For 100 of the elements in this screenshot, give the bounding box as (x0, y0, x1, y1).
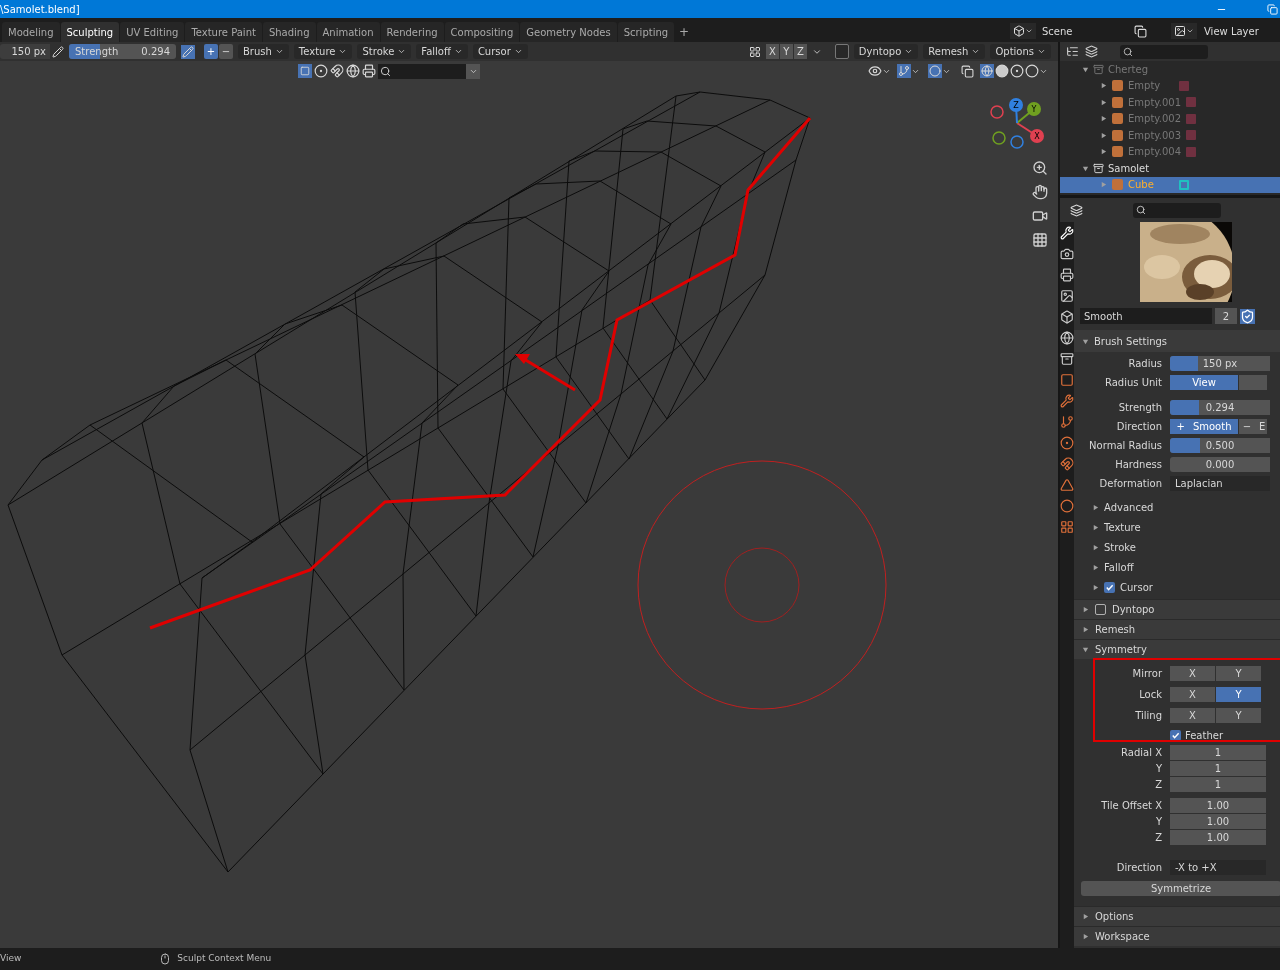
direction-toggle[interactable]: + (204, 44, 218, 59)
filter-icon[interactable] (1085, 45, 1098, 58)
collapsed-arrow-icon[interactable] (1092, 564, 1099, 571)
collapsed-arrow-icon[interactable] (1082, 933, 1089, 940)
dropdown-field[interactable]: Laplacian (1170, 475, 1270, 491)
subpanel-header[interactable]: Stroke (1092, 540, 1280, 555)
overlay-icon[interactable] (928, 64, 942, 78)
object-icon[interactable] (1060, 373, 1074, 387)
solid-shading-icon[interactable] (995, 64, 1009, 78)
axis-toggle[interactable]: Y (1216, 707, 1261, 723)
collapsed-arrow-icon[interactable] (1082, 606, 1089, 613)
option-button[interactable]: View (1170, 374, 1238, 390)
axis-toggle[interactable]: Y (1216, 686, 1261, 702)
material-shading-icon[interactable] (1010, 64, 1024, 78)
menu-dropdown[interactable]: Remesh (923, 44, 986, 59)
option-button[interactable]: − E (1239, 418, 1267, 434)
symmetrize-button[interactable]: Symmetrize (1081, 881, 1280, 896)
number-field[interactable]: 1 (1170, 745, 1266, 760)
restore-icon[interactable] (1267, 3, 1278, 15)
workspace-tab[interactable]: UV Editing (120, 22, 185, 42)
workspace-tab[interactable]: Sculpting (60, 22, 120, 42)
output-icon[interactable] (1060, 268, 1074, 282)
workspace-tab[interactable]: Animation (316, 22, 380, 42)
panel-header[interactable]: Symmetry (1074, 639, 1280, 659)
panel-header[interactable]: Options (1074, 906, 1280, 926)
wrench-icon[interactable] (1060, 394, 1074, 408)
display-mode-icon[interactable] (1066, 45, 1079, 58)
editor-type-icon[interactable] (1070, 203, 1083, 217)
collapsed-arrow-icon[interactable] (1082, 913, 1089, 920)
collection-icon[interactable] (1060, 352, 1074, 366)
image-icon[interactable] (1060, 289, 1074, 303)
axis-toggle[interactable]: X (1170, 707, 1215, 723)
workspace-tab[interactable]: Modeling (2, 22, 60, 42)
number-field[interactable]: 0.000 (1170, 456, 1270, 472)
sphere-icon[interactable] (314, 64, 328, 78)
number-field[interactable]: 1.00 (1170, 814, 1266, 829)
globe-icon[interactable] (346, 64, 360, 78)
user-count[interactable]: 2 (1215, 308, 1237, 324)
expanded-arrow-icon[interactable] (1082, 337, 1089, 345)
subpanel-header[interactable]: Advanced (1092, 500, 1280, 515)
tool-icon[interactable] (1060, 226, 1074, 240)
menu-dropdown[interactable]: Falloff (416, 44, 468, 59)
pen-pressure-icon[interactable] (52, 45, 64, 58)
physics-icon[interactable] (1060, 436, 1074, 450)
slider-field[interactable]: 150 px (1170, 355, 1270, 371)
grid-icon[interactable] (1032, 232, 1048, 248)
checkbox[interactable] (1170, 729, 1181, 741)
add-workspace-button[interactable]: + (675, 23, 694, 41)
pen-pressure-icon[interactable] (181, 44, 195, 59)
rendered-shading-icon[interactable] (1025, 64, 1039, 78)
workspace-tab[interactable]: Shading (262, 22, 316, 42)
axis-toggle[interactable]: X (765, 44, 779, 59)
visibility-icon[interactable] (868, 64, 882, 78)
collapsed-arrow-icon[interactable] (1082, 626, 1089, 633)
collapsed-arrow-icon[interactable] (1092, 504, 1099, 511)
number-field[interactable]: 1 (1170, 777, 1266, 792)
subpanel-header[interactable]: Cursor (1092, 580, 1280, 595)
texture-icon[interactable] (1060, 520, 1074, 534)
dropdown-field[interactable]: -X to +X (1170, 860, 1266, 875)
checkbox[interactable] (1095, 604, 1106, 615)
axis-toggle[interactable]: Y (779, 44, 793, 59)
menu-dropdown[interactable]: Options (990, 44, 1051, 59)
xray-icon[interactable] (961, 64, 974, 78)
workspace-tab[interactable]: Geometry Nodes (520, 22, 617, 42)
menu-dropdown[interactable]: Cursor (472, 44, 528, 59)
material-icon[interactable] (1060, 499, 1074, 513)
particles-icon[interactable] (1060, 415, 1074, 429)
panel-header[interactable]: Workspace (1074, 926, 1280, 946)
workspace-tab[interactable]: Scripting (617, 22, 675, 42)
menu-dropdown[interactable]: Stroke (357, 44, 412, 59)
number-field[interactable]: 1.00 (1170, 830, 1266, 845)
collapsed-arrow-icon[interactable] (1092, 524, 1099, 531)
navigation-gizmo[interactable]: Z Y X (990, 98, 1044, 149)
mesh-data-icon[interactable] (1060, 478, 1074, 492)
option-button[interactable]: + Smooth (1170, 418, 1238, 434)
copy-icon[interactable] (1134, 24, 1147, 38)
collapsed-arrow-icon[interactable] (1092, 544, 1099, 551)
camera-icon[interactable] (1032, 208, 1048, 224)
expanded-arrow-icon[interactable] (1082, 646, 1089, 653)
menu-dropdown[interactable]: Brush (238, 44, 289, 59)
number-field[interactable]: 1.00 (1170, 798, 1266, 813)
outliner-row[interactable]: Samolet (1060, 160, 1280, 177)
panel-header[interactable]: Brush Settings (1074, 330, 1280, 352)
gizmo-icon[interactable] (897, 64, 911, 78)
collapsed-arrow-icon[interactable] (1092, 584, 1099, 591)
menu-dropdown[interactable]: Dyntopo (853, 44, 919, 59)
slider-field[interactable]: 0.294 (1170, 399, 1270, 415)
dropdown-button[interactable] (466, 63, 480, 79)
search-field[interactable] (378, 63, 466, 79)
zoom-icon[interactable] (1032, 160, 1048, 176)
subpanel-header[interactable]: Texture (1092, 520, 1280, 535)
radius-field[interactable]: 150 px (0, 44, 50, 59)
symmetry-icon[interactable] (748, 45, 761, 58)
direction-toggle[interactable]: − (219, 44, 233, 59)
world-icon[interactable] (1060, 331, 1074, 345)
workspace-tab[interactable]: Rendering (380, 22, 444, 42)
axis-toggle[interactable]: X (1170, 686, 1215, 702)
subpanel-header[interactable]: Falloff (1092, 560, 1280, 575)
hand-icon[interactable] (1032, 184, 1048, 200)
checkbox[interactable] (1104, 582, 1115, 593)
